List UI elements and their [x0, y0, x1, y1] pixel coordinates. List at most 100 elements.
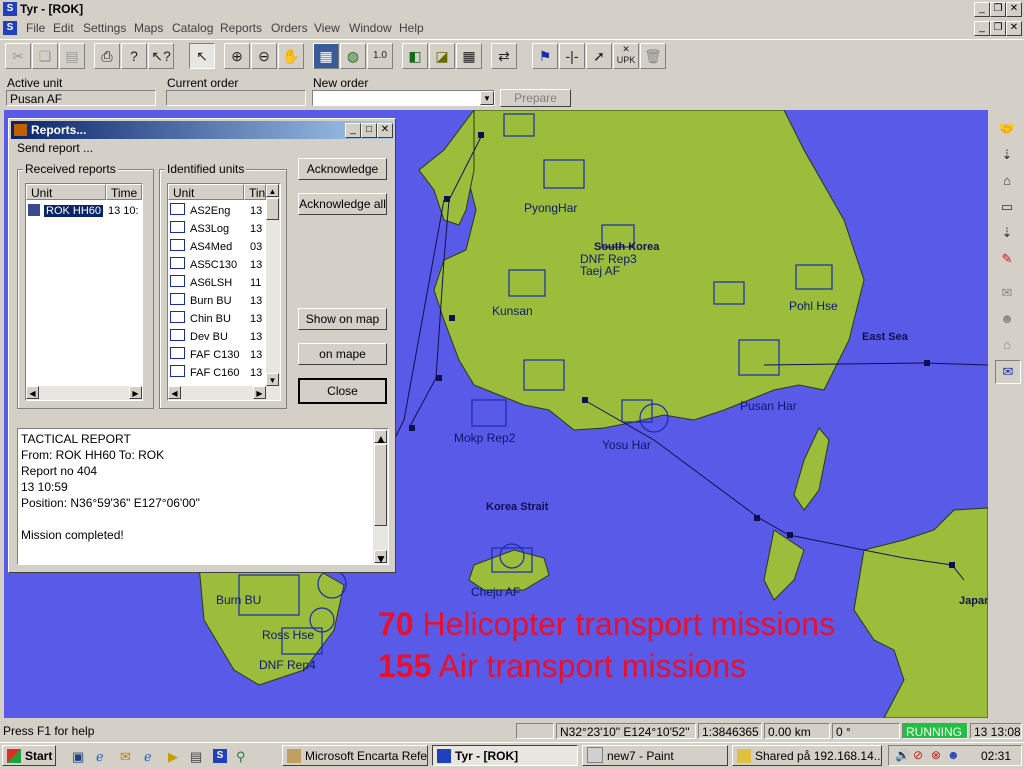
- task-shared-folder[interactable]: Shared på 192.168.14...: [732, 745, 882, 766]
- task-tyr[interactable]: Tyr - [ROK]: [432, 745, 578, 766]
- context-help-icon[interactable]: ↖?: [148, 43, 174, 69]
- quicklaunch-browser-icon[interactable]: ℯ: [144, 749, 152, 765]
- new-order-select[interactable]: [312, 90, 495, 106]
- received-hscroll[interactable]: ◀ ▶: [26, 386, 142, 400]
- close-icon[interactable]: ✕: [1006, 2, 1022, 17]
- map-unit-label[interactable]: Yosu Har: [602, 438, 651, 452]
- start-button[interactable]: Start: [2, 745, 56, 766]
- quicklaunch-media-icon[interactable]: ▶: [168, 749, 178, 765]
- task-encarta[interactable]: Microsoft Encarta Refe...: [282, 745, 428, 766]
- trash-icon[interactable]: 🗑: [640, 43, 666, 69]
- menu-maps[interactable]: Maps: [134, 21, 163, 35]
- current-order-field[interactable]: [166, 90, 306, 106]
- quicklaunch-outlook-icon[interactable]: ✉: [120, 749, 131, 765]
- menu-file[interactable]: File: [26, 21, 45, 35]
- close-button[interactable]: Close: [298, 378, 387, 404]
- prepare-order-button[interactable]: Prepare order: [500, 89, 571, 121]
- map-unit-label[interactable]: Mokp Rep2: [454, 431, 515, 445]
- acknowledge-button[interactable]: Acknowledge: [298, 158, 387, 180]
- map-unit-label[interactable]: DNF Rep4: [259, 658, 316, 672]
- globe-icon[interactable]: ◍: [340, 43, 366, 69]
- identified-unit-row[interactable]: FAF C160 13: [170, 364, 262, 382]
- report-text-area[interactable]: TACTICAL REPORT From: ROK HH60 To: ROK R…: [17, 428, 389, 566]
- volume-icon[interactable]: 🔊: [895, 748, 910, 762]
- transfer-down-icon[interactable]: ⇣: [995, 222, 1019, 244]
- map-unit-label[interactable]: Ross Hse: [262, 628, 314, 642]
- arrow-order-icon[interactable]: ➚: [586, 43, 612, 69]
- scale-icon[interactable]: 1.0: [367, 43, 393, 69]
- identified-unit-row[interactable]: Burn BU 13: [170, 292, 262, 310]
- identified-unit-row[interactable]: AS2Eng 13: [170, 202, 262, 220]
- copy-icon[interactable]: ❏: [32, 43, 58, 69]
- identified-units-list[interactable]: Unit Tin AS2Eng 13 AS3Log 13 AS4Med 03 AS5C…: [167, 183, 281, 401]
- map-unit-label[interactable]: Burn BU: [216, 593, 261, 607]
- map-unit-label[interactable]: Cheju AF: [471, 585, 520, 599]
- map-unit-label[interactable]: PyongHar: [524, 201, 577, 215]
- reports-mail-icon[interactable]: ✉: [995, 360, 1021, 384]
- menu-orders[interactable]: Orders: [271, 21, 308, 35]
- map-unit-label[interactable]: Taej AF: [580, 264, 620, 278]
- identified-unit-row[interactable]: AS5C130 13: [170, 256, 262, 274]
- identified-vscroll[interactable]: ▲ ▼: [266, 184, 280, 386]
- messenger-icon[interactable]: ☻: [947, 748, 960, 762]
- on-map-button[interactable]: on mape: [298, 343, 387, 365]
- computer-icon[interactable]: ▭: [995, 196, 1019, 218]
- menu-window[interactable]: Window: [349, 21, 392, 35]
- restore-icon[interactable]: ❐: [990, 2, 1006, 17]
- home-icon[interactable]: ⌂: [995, 334, 1019, 356]
- zoom-in-icon[interactable]: ⊕: [224, 43, 250, 69]
- quicklaunch-ie-icon[interactable]: ℯ: [96, 749, 104, 765]
- menu-help[interactable]: Help: [399, 21, 424, 35]
- dialog-minimize-icon[interactable]: _: [345, 123, 361, 138]
- network-status-icon[interactable]: ⊘: [913, 748, 923, 762]
- col-header-time[interactable]: Time: [106, 184, 142, 200]
- cut-icon[interactable]: ✂: [5, 43, 31, 69]
- menu-edit[interactable]: Edit: [53, 21, 74, 35]
- security-icon[interactable]: ⊗: [931, 748, 941, 762]
- acknowledge-all-button[interactable]: Acknowledge all: [298, 193, 387, 215]
- grid-icon[interactable]: ▦: [456, 43, 482, 69]
- minimize-icon[interactable]: _: [974, 2, 990, 17]
- pan-hand-icon[interactable]: ✋: [278, 43, 304, 69]
- scroll-right-icon[interactable]: ▶: [129, 386, 142, 399]
- scroll-left-icon[interactable]: ◀: [168, 386, 181, 399]
- document-icon[interactable]: S: [3, 21, 17, 35]
- doc-restore-icon[interactable]: ❐: [990, 21, 1006, 36]
- scroll-thumb[interactable]: [266, 198, 279, 220]
- network-icon[interactable]: ⌂: [995, 170, 1019, 192]
- identified-unit-row[interactable]: AS4Med 03: [170, 238, 262, 256]
- scroll-thumb[interactable]: [374, 444, 387, 526]
- active-unit-field[interactable]: Pusan AF: [6, 90, 156, 106]
- menu-reports[interactable]: Reports: [220, 21, 262, 35]
- pencil-icon[interactable]: ✎: [995, 248, 1019, 270]
- download-order-icon[interactable]: ⇣: [995, 144, 1019, 166]
- doc-close-icon[interactable]: ✕: [1006, 21, 1022, 36]
- menu-settings[interactable]: Settings: [83, 21, 126, 35]
- col-header-unit[interactable]: Unit: [168, 184, 244, 200]
- identified-hscroll[interactable]: ◀ ▶: [168, 386, 280, 400]
- dialog-close-icon[interactable]: ✕: [377, 123, 393, 138]
- pointer-icon[interactable]: ↖: [189, 43, 215, 69]
- show-on-map-button[interactable]: Show on map: [298, 308, 387, 330]
- handshake-icon[interactable]: 🤝: [995, 118, 1019, 140]
- task-paint[interactable]: new7 - Paint: [582, 745, 728, 766]
- layers-icon[interactable]: ◧: [402, 43, 428, 69]
- col-header-unit[interactable]: Unit: [26, 184, 106, 200]
- scroll-up-icon[interactable]: ▲: [266, 184, 279, 197]
- print-icon[interactable]: ⎙: [94, 43, 120, 69]
- quicklaunch-desktop-icon[interactable]: ▣: [72, 749, 84, 765]
- identified-unit-row[interactable]: AS3Log 13: [170, 220, 262, 238]
- identified-unit-row[interactable]: Dev BU 13: [170, 328, 262, 346]
- scroll-left-icon[interactable]: ◀: [26, 386, 39, 399]
- unit-transfer-icon[interactable]: ⇄: [491, 43, 517, 69]
- scroll-up-icon[interactable]: ▲: [374, 430, 387, 446]
- report-vscroll[interactable]: ▲ ▼: [373, 429, 388, 566]
- identified-unit-row[interactable]: AS6LSH 11: [170, 274, 261, 292]
- map-layer-icon[interactable]: ▦: [313, 43, 339, 69]
- send-report-link[interactable]: Send report ...: [17, 141, 93, 155]
- doc-minimize-icon[interactable]: _: [974, 21, 990, 36]
- quicklaunch-search-icon[interactable]: ⚲: [236, 749, 246, 765]
- quicklaunch-app-icon[interactable]: ▤: [190, 749, 202, 765]
- received-report-row[interactable]: ROK HH60 13 10:: [28, 202, 140, 220]
- map-unit-label[interactable]: Kunsan: [492, 304, 533, 318]
